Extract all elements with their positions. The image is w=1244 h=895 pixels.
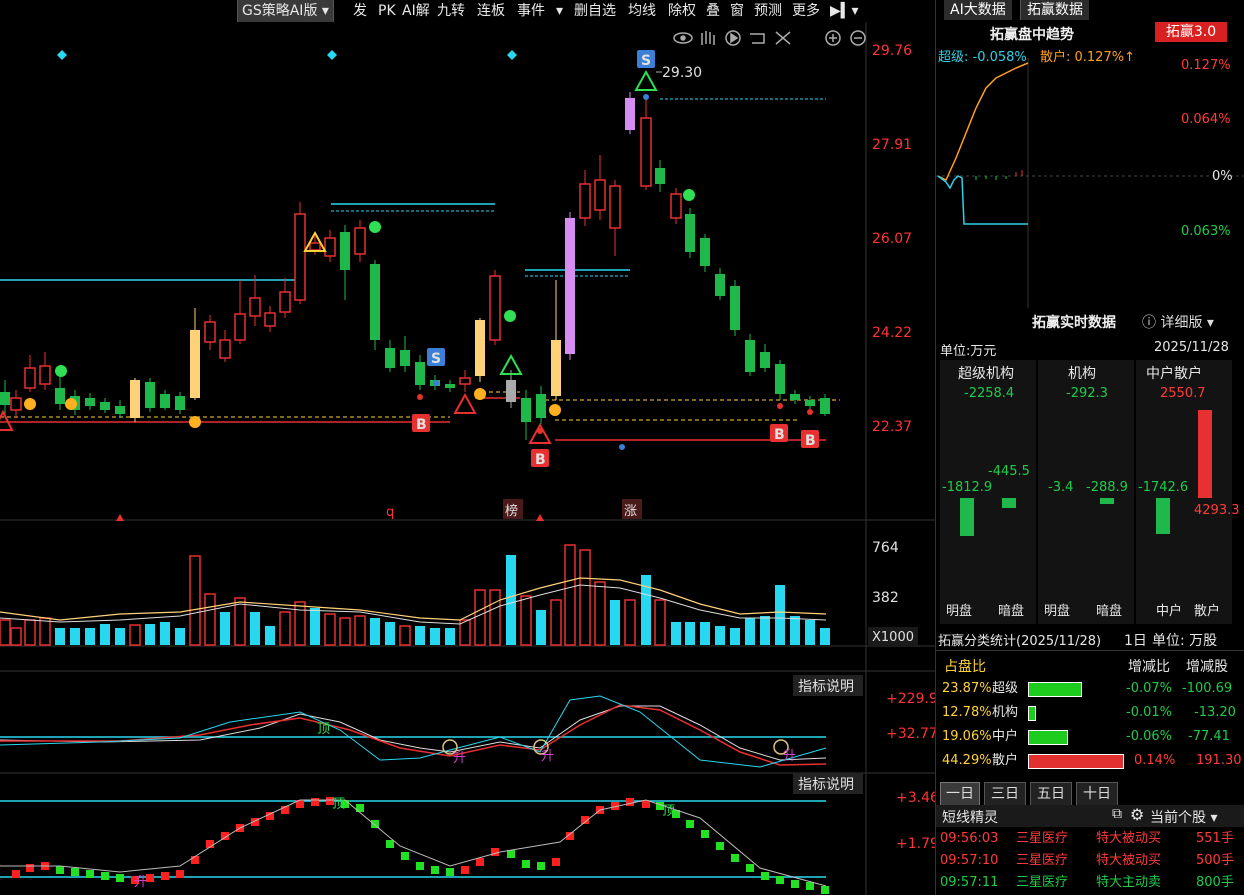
version-badge[interactable]: 拓赢3.0 [1155, 22, 1227, 42]
svg-text:升: 升 [453, 751, 466, 766]
detail-dropdown[interactable]: ⓘ 详细版 ▾ [1142, 312, 1214, 332]
stat-unit: 单位: 万股 [1152, 633, 1218, 649]
volume-bars [0, 544, 830, 646]
toolbar-exright[interactable]: 除权 [668, 0, 696, 22]
svg-text:升: 升 [134, 875, 147, 890]
stock-chart[interactable]: 29.76 27.91 26.07 24.22 22.37 S 29.30 S [0, 22, 935, 895]
strategy-selector[interactable]: GS策略AI版 ▾ [237, 0, 334, 22]
svg-text:B: B [416, 417, 427, 433]
expand-icon[interactable]: ▶▍▾ [830, 0, 859, 22]
ind1-red [0, 704, 827, 766]
period-3day[interactable]: 三日 [984, 782, 1026, 806]
price-tick: 27.91 [872, 137, 912, 153]
svg-text:顶: 顶 [662, 804, 675, 819]
signals: S 29.30 S B B B B q 榜 涨 [0, 50, 819, 521]
high-label: 29.30 [662, 65, 702, 81]
period-1day[interactable]: 一日 [940, 782, 980, 806]
spirit-header: 短线精灵 ⧉ ⚙ 当前个股 ▾ [936, 805, 1244, 827]
stat-title: 拓赢分类统计(2025/11/28) [938, 634, 1102, 649]
period-10day[interactable]: 十日 [1076, 782, 1118, 806]
spirit-row[interactable]: 09:57:11 三星医疗 特大主动卖 800手 [936, 872, 1244, 894]
svg-text:顶: 顶 [332, 797, 345, 812]
stat-row-super: 23.87% 超级 -0.07% -100.69 [942, 681, 1233, 697]
q-marker: q [386, 505, 394, 520]
trend-tick: 0.063% [1181, 224, 1231, 239]
toolbar-forecast[interactable]: 预测 [754, 0, 782, 22]
toolbar-more[interactable]: 更多 [792, 0, 820, 22]
trend-tick: 0% [1212, 169, 1233, 184]
bang-marker: 榜 [505, 503, 518, 519]
undo-icon [750, 33, 765, 44]
volume-unit: X1000 [872, 630, 914, 645]
group-super: 超级机构 -2258.4 -445.5 -1812.9 明盘 暗盘 [940, 360, 1036, 624]
price-tick: 26.07 [872, 231, 912, 247]
spirit-row[interactable]: 09:56:03 三星医疗 特大被动买 551手 [936, 828, 1244, 850]
price-tick: 22.37 [872, 419, 912, 435]
ind1-tick: +229.9 [886, 691, 935, 707]
toolbar-remove-watch[interactable]: 删自选 [574, 0, 616, 22]
ind2-tick: +1.79 [896, 836, 935, 852]
toolbar-ai-explain[interactable]: AI解 [402, 0, 430, 22]
stat-row-institution: 12.78% 机构 -0.01% -13.20 [942, 705, 1236, 721]
trend-tick: 0.064% [1181, 112, 1231, 127]
ind1-tick: +32.77 [886, 726, 935, 742]
candlesticks [0, 92, 830, 440]
chart-toolbar: GS策略AI版 ▾ 发 PK AI解 九转 连板 事件 ▾ 删自选 均线 除权 … [0, 0, 935, 22]
ind1-white [0, 705, 827, 761]
stat-row-retail: 44.29% 散户 0.14% 191.30 [942, 753, 1242, 769]
svg-text:升: 升 [541, 749, 554, 764]
hand-icon [701, 31, 715, 45]
trend-tick: 0.127% [1181, 58, 1231, 73]
volume-tick: 764 [872, 540, 899, 556]
toolbar-window[interactable]: 窗 [730, 0, 744, 22]
spirit-row[interactable]: 09:57:10 三星医疗 特大被动买 500手 [936, 850, 1244, 872]
data-date: 2025/11/28 [1154, 340, 1229, 355]
toolbar-limit-board[interactable]: 连板 [477, 0, 505, 22]
right-panel: AI大数据 拓赢数据 拓赢盘中趋势 拓赢3.0 超级: -0.058% 散户: … [935, 0, 1244, 895]
svg-text:B: B [535, 452, 546, 468]
toolbar-event[interactable]: 事件 [517, 0, 545, 22]
indicator-help-button-2[interactable]: 指标说明 [798, 777, 854, 793]
view-tools[interactable] [673, 30, 866, 46]
period-5day[interactable]: 五日 [1030, 782, 1072, 806]
group-institution: 机构 -292.3 -3.4 -288.9 明盘 暗盘 [1038, 360, 1134, 624]
group-retail: 中户散户 2550.7 -1742.6 4293.3 中户 散户 [1136, 360, 1240, 624]
diamond-markers [57, 50, 517, 60]
tab-ai-bigdata[interactable]: AI大数据 [944, 0, 1012, 20]
volume-tick: 382 [872, 590, 899, 606]
current-stock-dropdown[interactable]: 当前个股 ▾ [1150, 807, 1217, 827]
indicator-help-button[interactable]: 指标说明 [798, 679, 854, 695]
intraday-trend-chart [936, 58, 1244, 308]
price-tick: 29.76 [872, 43, 912, 59]
svg-text:B: B [805, 433, 816, 449]
toolbar-nine-turn[interactable]: 九转 [437, 0, 465, 22]
toolbar-pk[interactable]: PK [378, 0, 396, 22]
price-tick: 24.22 [872, 325, 912, 341]
gear-icon[interactable]: ⚙ [1130, 805, 1144, 824]
export-icon[interactable]: ⧉ [1112, 806, 1122, 822]
ind2-tick: +3.46 [896, 790, 935, 806]
svg-text:B: B [774, 427, 785, 443]
trend-title: 拓赢盘中趋势 [990, 27, 1074, 43]
scissors-icon [775, 31, 791, 45]
toolbar-ma[interactable]: 均线 [628, 0, 656, 22]
tab-tuoying-data[interactable]: 拓赢数据 [1020, 0, 1089, 20]
svg-text:S: S [431, 351, 441, 367]
zhang-marker: 涨 [624, 504, 637, 519]
toolbar-menu-arrow[interactable]: ▾ [556, 0, 563, 22]
toolbar-fa[interactable]: 发 [353, 0, 367, 22]
toolbar-overlay[interactable]: 叠 [706, 0, 720, 22]
ind2-bars [0, 797, 829, 894]
stat-row-mid: 19.06% 中户 -0.06% -77.41 [942, 729, 1230, 745]
unit-label: 单位:万元 [940, 344, 997, 359]
svg-text:升: 升 [783, 749, 796, 764]
svg-text:顶: 顶 [317, 722, 330, 737]
realtime-title: 拓赢实时数据 [1032, 315, 1116, 331]
stat-day[interactable]: 1日 [1124, 630, 1147, 650]
svg-text:S: S [641, 53, 651, 69]
